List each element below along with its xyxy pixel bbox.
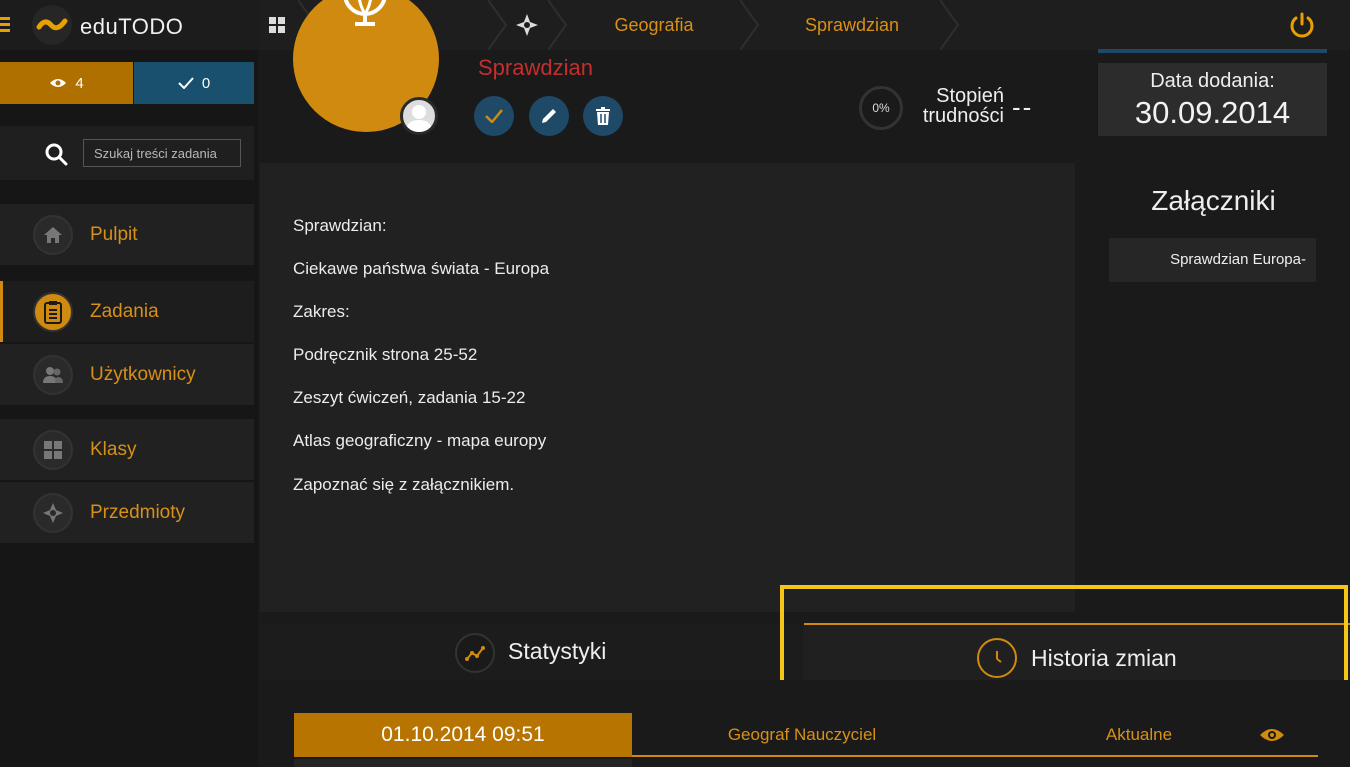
date-added-label: Data dodania: [1150,70,1275,92]
check-icon [178,77,194,89]
breadcrumb-separator [488,0,508,50]
views-count: 4 [75,74,84,92]
done-count: 0 [201,74,211,92]
trash-icon [596,107,610,125]
difficulty-label-line1: Stopień [936,85,1004,107]
tab-bar: Statystyki Historia zmian [260,623,1350,680]
difficulty-label-line2: trudności [922,105,1004,127]
content-line: Zeszyt ćwiczeń, zadania 15-22 [293,388,526,407]
sidebar-item-klasy[interactable]: Klasy [0,419,254,480]
compass-icon[interactable] [515,13,539,37]
attachments-title: Załączniki [1151,185,1276,216]
content-line: Sprawdzian: [293,216,387,235]
date-strip [1098,49,1327,53]
logo-icon [32,5,72,45]
history-user: Geograf Nauczyciel [727,725,877,744]
date-added-value: 30.09.2014 [1134,95,1291,130]
pencil-icon [542,109,556,123]
logo-text: eduTODO [80,14,184,39]
search-box [0,126,254,180]
task-type: Sprawdzian [478,55,593,80]
table-row[interactable]: 01.10.2014 09:51 Geograf Nauczyciel Aktu… [294,713,1318,757]
breadcrumb-item-task[interactable]: Sprawdzian [762,0,942,50]
tab-statystyki-label: Statystyki [508,638,607,664]
sidebar-item-przedmioty[interactable]: Przedmioty [0,482,254,543]
top-bar: eduTODO 2B Geografia Sprawdzian [0,0,1350,50]
difficulty-label: Stopień trudności [908,86,1004,126]
breadcrumb-separator [740,0,760,50]
date-added-box: Data dodania: 30.09.2014 [1098,63,1327,136]
avatar[interactable] [400,97,438,135]
home-icon [33,215,73,255]
sidebar-item-label: Przedmioty [90,502,186,523]
history-date: 01.10.2014 09:51 [294,713,632,757]
power-icon[interactable] [1288,11,1316,39]
clipboard-icon [33,292,73,332]
attachment-item[interactable]: Sprawdzian Europa- [1109,238,1316,282]
grid-icon [33,430,73,470]
sidebar-item-uzytkownicy[interactable]: Użytkownicy [0,344,254,405]
sidebar-item-pulpit[interactable]: Pulpit [0,204,254,265]
content-line: Zapoznać się z załącznikiem. [293,475,515,494]
views-counter[interactable]: 4 [0,62,133,104]
sidebar-item-label: Użytkownicy [90,364,196,385]
content-line: Zakres: [293,302,350,321]
hamburger-menu-icon[interactable] [0,17,10,33]
history-row-shadow [294,759,632,767]
complete-button[interactable] [474,96,514,136]
attachments-panel: Załączniki Sprawdzian Europa- [1077,163,1350,612]
sidebar-item-zadania[interactable]: Zadania [0,281,254,342]
clock-icon [977,638,1017,678]
sidebar-item-label: Klasy [90,439,137,460]
users-icon [33,355,73,395]
search-input[interactable] [83,139,241,167]
content-line: Atlas geograficzny - mapa europy [293,431,547,450]
compass-icon [33,493,73,533]
search-icon[interactable] [44,142,68,166]
content-line: Podręcznik strona 25-52 [293,345,478,364]
content-line: Ciekawe państwa świata - Europa [293,259,550,278]
done-counter[interactable]: 0 [134,62,254,104]
task-content: Sprawdzian: Ciekawe państwa świata - Eur… [260,163,1075,612]
eye-icon [50,79,67,87]
breadcrumb-separator [548,0,568,50]
history-status: Aktualne [1105,725,1173,744]
edit-button[interactable] [529,96,569,136]
tab-statystyki[interactable]: Statystyki [260,623,803,680]
sidebar-item-label: Pulpit [90,224,138,245]
delete-button[interactable] [583,96,623,136]
tab-historia-zmian[interactable]: Historia zmian [804,623,1350,680]
check-icon [485,109,503,123]
difficulty-indicator: 0% [859,86,903,130]
difficulty-value: -- [1012,92,1034,122]
eye-icon[interactable] [1259,725,1285,745]
breadcrumb-item-subject[interactable]: Geografia [570,0,738,50]
sidebar: 4 0 Pulpit Zadania Użytkownicy Klasy [0,50,258,767]
sidebar-item-label: Zadania [90,301,159,322]
chart-icon [455,633,495,673]
breadcrumb-separator [940,0,960,50]
